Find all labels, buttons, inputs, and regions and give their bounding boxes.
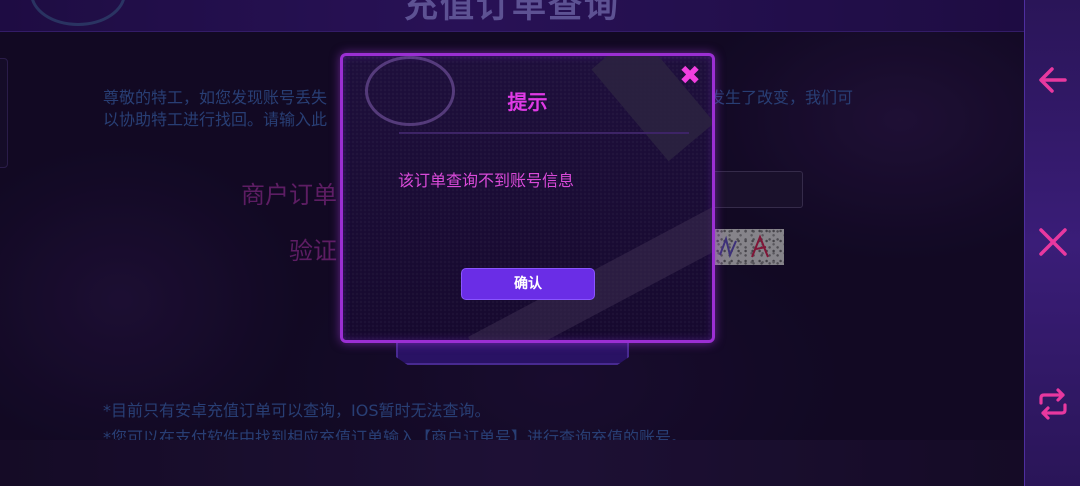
switch-icon[interactable] (1035, 386, 1071, 422)
dialog-title: 提示 (507, 90, 548, 114)
alert-dialog: 提示 ✖ 该订单查询不到账号信息 确认 (340, 53, 715, 343)
back-arrow-icon[interactable] (1035, 62, 1071, 98)
close-icon[interactable] (1035, 224, 1071, 260)
close-icon[interactable]: ✖ (677, 63, 703, 89)
dialog-divider (399, 132, 689, 134)
confirm-button[interactable]: 确认 (461, 268, 595, 300)
app-screen: 充值订单查询 尊敬的特工，如您发现账号丢失 录方式发生了改变，我们可 以协助特工进… (0, 0, 1080, 486)
dialog-message: 该订单查询不到账号信息 (398, 171, 575, 190)
right-sidebar (1024, 0, 1080, 486)
